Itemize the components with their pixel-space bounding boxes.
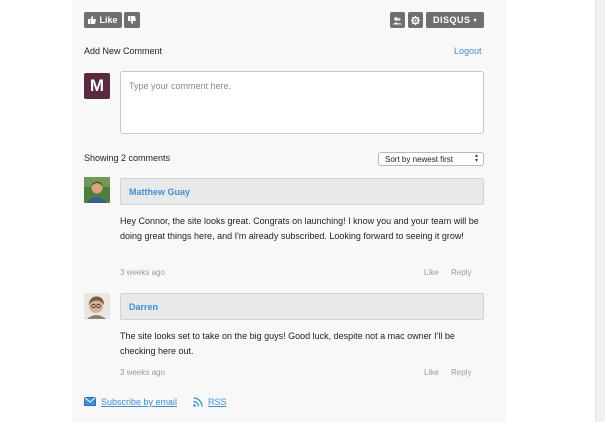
comment-avatar-darren[interactable] [84,293,110,319]
rss-icon [193,397,203,407]
comment-author[interactable]: Darren [129,302,158,312]
subscribe-email-link[interactable]: Subscribe by email [101,397,177,407]
comment-placeholder: Type your comment here. [129,81,232,91]
sort-select[interactable]: Sort by newest first ▴ ▾ [378,152,484,166]
logout-link[interactable]: Logout [454,46,482,56]
rss-link[interactable]: RSS [208,397,227,407]
reply-link[interactable]: Reply [451,268,471,277]
comment-header: Matthew Guay [120,178,484,205]
comment-time[interactable]: 3 weeks ago [120,268,165,277]
sort-selected: Sort by newest first [385,154,454,164]
settings-button[interactable] [408,12,423,28]
person-photo-icon [84,177,110,203]
comment-text: The site looks set to take on the big gu… [120,331,455,356]
like-button[interactable]: Like [84,12,122,28]
thumbs-down-icon [128,16,136,24]
gear-icon [411,15,420,25]
comment-input[interactable]: Type your comment here. [120,71,484,134]
user-icon [393,16,402,25]
disqus-logo: DISQUS [432,15,471,25]
disqus-menu-button[interactable]: DISQUS ▾ [426,12,484,28]
user-profile-button[interactable] [390,12,405,28]
add-comment-heading: Add New Comment [84,46,163,56]
comment-count: Showing 2 comments [84,153,171,163]
comment-author[interactable]: Matthew Guay [129,187,190,197]
comment-header: Darren [120,293,484,320]
like-comment-link[interactable]: Like [424,268,439,277]
like-label: Like [99,15,118,25]
like-comment-link[interactable]: Like [424,368,439,377]
comment-text: Hey Connor, the site looks great. Congra… [120,216,479,241]
comment-avatar-matthew[interactable] [84,177,110,203]
chevron-down-icon: ▾ [473,17,478,24]
person-photo-icon [84,293,110,319]
select-arrows-icon: ▴ ▾ [474,153,478,164]
dislike-button[interactable] [124,12,140,28]
thumbs-up-icon [88,16,97,24]
envelope-icon [84,397,96,406]
avatar-letter: M [89,76,105,95]
right-edge [595,0,605,422]
reply-link[interactable]: Reply [451,368,471,377]
avatar: M [84,73,110,99]
comment-time[interactable]: 3 weeks ago [120,368,165,377]
